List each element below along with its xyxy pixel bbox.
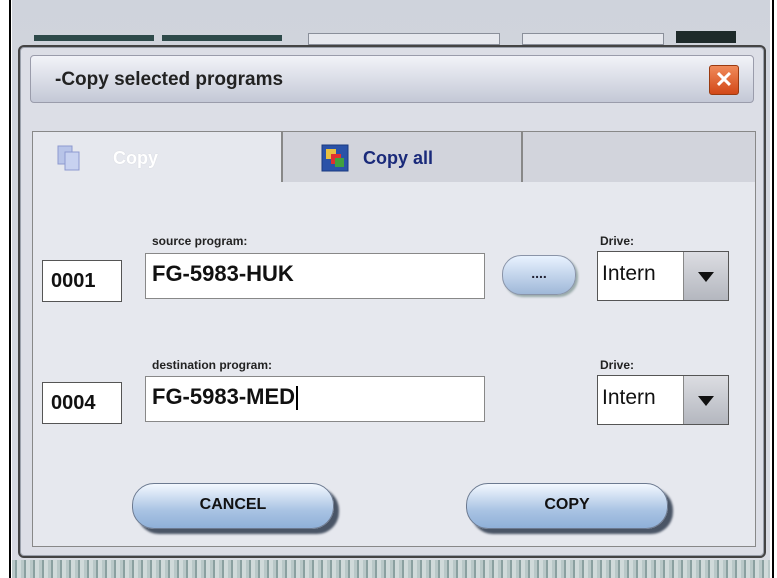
destination-drive-select[interactable]: Intern (597, 375, 729, 425)
source-drive-value: Intern (602, 262, 656, 285)
chevron-down-icon[interactable] (683, 252, 728, 300)
copy-all-icon (321, 144, 349, 172)
dialog-title-bar: -Copy selected programs ✕ (30, 55, 754, 103)
source-drive-select[interactable]: Intern (597, 251, 729, 301)
source-number-field[interactable]: 0001 (42, 260, 122, 302)
outer-frame-right (772, 0, 774, 578)
source-drive-label: Drive: (600, 234, 635, 248)
destination-drive-label: Drive: (600, 358, 635, 372)
background-toolbar-box (308, 33, 500, 45)
text-caret (296, 386, 299, 411)
destination-program-label: destination program: (152, 358, 273, 372)
tab-bar: Copy Copy all (32, 131, 758, 183)
destination-drive-value: Intern (602, 386, 656, 409)
chevron-down-icon[interactable] (683, 376, 728, 424)
copy-pages-icon (57, 145, 80, 171)
tab-copy[interactable]: Copy (32, 131, 282, 183)
source-program-label: source program: (152, 234, 248, 248)
destination-number-field[interactable]: 0004 (42, 382, 122, 424)
background-toolbar-strip (162, 35, 282, 41)
tab-copy-label: Copy (113, 148, 158, 168)
destination-program-value: FG-5983-MED (152, 384, 296, 409)
outer-frame-left (9, 0, 11, 578)
browse-button[interactable]: .... (502, 255, 576, 295)
destination-program-field[interactable]: FG-5983-MED (145, 376, 485, 422)
background-toolbar-box (522, 33, 664, 45)
tab-copy-all-label: Copy all (363, 148, 434, 168)
close-icon: ✕ (714, 67, 734, 92)
close-button[interactable]: ✕ (709, 65, 739, 95)
tab-copy-all[interactable]: Copy all (282, 131, 522, 183)
background-toolbar-strip (34, 35, 154, 41)
background-bottom-strip (12, 560, 770, 578)
background-indicator (676, 31, 736, 43)
dialog-title: -Copy selected programs (55, 69, 284, 90)
copy-button[interactable]: COPY (466, 483, 668, 529)
cancel-button[interactable]: CANCEL (132, 483, 334, 529)
copy-dialog: -Copy selected programs ✕ Copy Copy all … (18, 45, 766, 558)
source-program-field[interactable]: FG-5983-HUK (145, 253, 485, 299)
tab-empty (522, 131, 756, 183)
